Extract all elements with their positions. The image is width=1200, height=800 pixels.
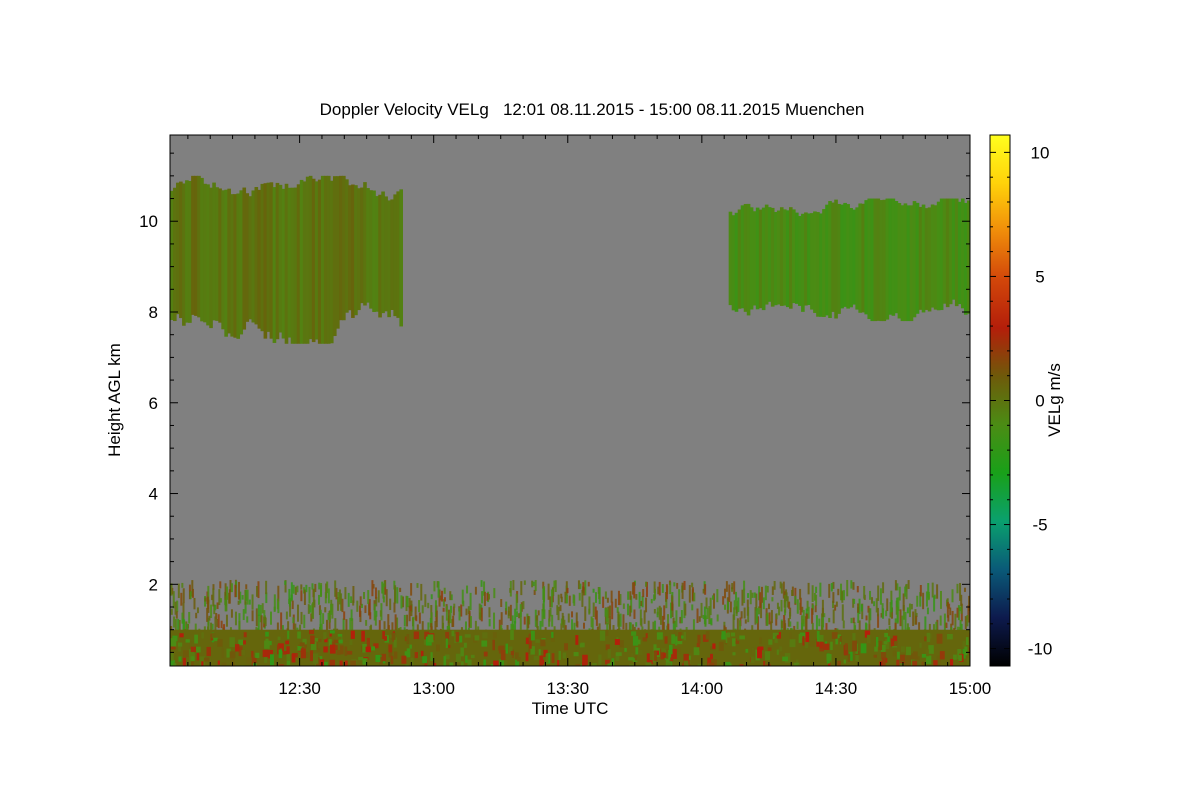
x-tick-label: 12:30 (278, 679, 321, 698)
colorbar-tick-label: 5 (1035, 267, 1044, 286)
region-surface-layer (170, 629, 970, 666)
x-tick-label: 15:00 (949, 679, 992, 698)
y-tick-label: 6 (149, 394, 158, 413)
colorbar-tick-label: -10 (1028, 640, 1053, 659)
colorbar-label: VELg m/s (1045, 363, 1064, 437)
doppler-velocity-chart: Doppler Velocity VELg 12:01 08.11.2015 -… (105, 100, 1064, 718)
chart-title: Doppler Velocity VELg 12:01 08.11.2015 -… (320, 100, 865, 119)
x-tick-label: 14:00 (681, 679, 724, 698)
y-axis-label: Height AGL km (105, 343, 124, 457)
y-tick-label: 8 (149, 303, 158, 322)
y-tick-label: 2 (149, 575, 158, 594)
region-upper-cloud-late- (728, 198, 970, 322)
x-tick-label: 13:30 (546, 679, 589, 698)
x-axis-label: Time UTC (532, 699, 609, 718)
colorbar-tick-label: -5 (1032, 516, 1047, 535)
y-tick-label: 4 (149, 485, 158, 504)
y-tick-label: 10 (139, 212, 158, 231)
x-tick-label: 14:30 (815, 679, 858, 698)
colorbar-tick-label: 0 (1035, 392, 1044, 411)
x-tick-label: 13:00 (412, 679, 455, 698)
colorbar-tick-label: 10 (1031, 143, 1050, 162)
